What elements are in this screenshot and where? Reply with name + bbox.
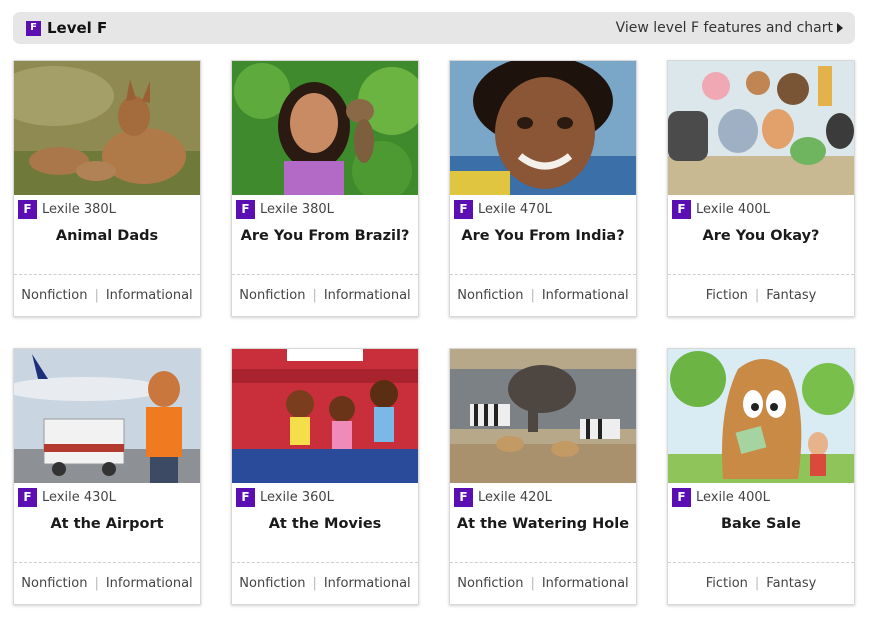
- genre-tag: Nonfiction: [239, 288, 306, 303]
- book-cover-image[interactable]: [232, 349, 418, 483]
- book-meta: F Lexile 430L: [14, 487, 200, 507]
- genre-tag: Nonfiction: [457, 576, 524, 591]
- genre-tag: Nonfiction: [239, 576, 306, 591]
- level-badge: F: [236, 199, 255, 219]
- book-cover-image[interactable]: [14, 61, 200, 195]
- view-level-features-label: View level F features and chart: [615, 20, 833, 36]
- book-title[interactable]: Are You From India?: [450, 228, 636, 250]
- level-header-title-group: F Level F: [26, 19, 107, 37]
- book-title[interactable]: Bake Sale: [668, 516, 854, 538]
- book-card-animal-dads[interactable]: F Lexile 380L Animal Dads Nonfiction | I…: [13, 60, 201, 317]
- lexile-level: Lexile 470L: [478, 201, 552, 217]
- book-meta: F Lexile 380L: [14, 199, 200, 219]
- level-badge: F: [454, 487, 473, 507]
- book-tags: Nonfiction | Informational: [450, 562, 636, 604]
- kids-in-theater-illustration-icon: [232, 349, 418, 483]
- level-badge: F: [18, 199, 37, 219]
- book-title[interactable]: At the Watering Hole: [450, 516, 636, 538]
- book-title[interactable]: At the Airport: [14, 516, 200, 538]
- tag-separator: |: [754, 288, 760, 303]
- genre-tag: Nonfiction: [21, 576, 88, 591]
- genre-tag: Nonfiction: [457, 288, 524, 303]
- book-card-bake-sale[interactable]: F Lexile 400L Bake Sale Fiction | Fantas…: [667, 348, 855, 605]
- book-card-at-the-movies[interactable]: F Lexile 360L At the Movies Nonfiction |…: [231, 348, 419, 605]
- book-tags: Nonfiction | Informational: [450, 274, 636, 316]
- view-level-features-link[interactable]: View level F features and chart: [616, 20, 843, 36]
- book-card-are-you-from-brazil[interactable]: F Lexile 380L Are You From Brazil? Nonfi…: [231, 60, 419, 317]
- type-tag: Informational: [105, 576, 193, 591]
- lexile-level: Lexile 380L: [260, 201, 334, 217]
- book-meta: F Lexile 400L: [668, 487, 854, 507]
- type-tag: Informational: [541, 288, 629, 303]
- book-tags: Nonfiction | Informational: [14, 274, 200, 316]
- book-meta: F Lexile 470L: [450, 199, 636, 219]
- lexile-level: Lexile 360L: [260, 489, 334, 505]
- cartoon-animals-illustration-icon: [668, 61, 854, 195]
- book-tags: Nonfiction | Informational: [232, 562, 418, 604]
- tag-separator: |: [312, 576, 317, 591]
- book-tags: Fiction | Fantasy: [668, 274, 854, 316]
- book-card-are-you-from-india[interactable]: F Lexile 470L Are You From India? Nonfic…: [449, 60, 637, 317]
- level-badge: F: [672, 199, 691, 219]
- book-card-at-the-airport[interactable]: F Lexile 430L At the Airport Nonfiction …: [13, 348, 201, 605]
- tag-separator: |: [754, 576, 760, 591]
- book-meta: F Lexile 400L: [668, 199, 854, 219]
- tag-separator: |: [530, 576, 535, 591]
- book-cover-image[interactable]: [450, 61, 636, 195]
- book-title[interactable]: Animal Dads: [14, 228, 200, 250]
- book-meta: F Lexile 380L: [232, 199, 418, 219]
- book-tags: Fiction | Fantasy: [668, 562, 854, 604]
- book-cover-image[interactable]: [232, 61, 418, 195]
- tag-separator: |: [530, 288, 535, 303]
- level-badge: F: [26, 20, 41, 36]
- child-at-airport-photo-icon: [14, 349, 200, 483]
- level-header-bar: F Level F View level F features and char…: [13, 12, 855, 44]
- book-cover-image[interactable]: [668, 349, 854, 483]
- lexile-level: Lexile 400L: [696, 489, 770, 505]
- book-cover-image[interactable]: [450, 349, 636, 483]
- genre-tag: Fiction: [705, 288, 748, 303]
- type-tag: Informational: [323, 576, 411, 591]
- book-meta: F Lexile 420L: [450, 487, 636, 507]
- tag-separator: |: [94, 576, 99, 591]
- level-title: Level F: [47, 19, 108, 37]
- elephant-zebras-photo-icon: [450, 349, 636, 483]
- jackal-family-photo-icon: [14, 61, 200, 195]
- book-cover-image[interactable]: [14, 349, 200, 483]
- book-title[interactable]: Are You Okay?: [668, 228, 854, 250]
- lexile-level: Lexile 400L: [696, 201, 770, 217]
- smiling-girl-photo-icon: [450, 61, 636, 195]
- book-grid: F Lexile 380L Animal Dads Nonfiction | I…: [13, 60, 855, 605]
- cartoon-tree-illustration-icon: [668, 349, 854, 483]
- lexile-level: Lexile 380L: [42, 201, 116, 217]
- book-tags: Nonfiction | Informational: [14, 562, 200, 604]
- genre-tag: Nonfiction: [21, 288, 88, 303]
- level-badge: F: [454, 199, 473, 219]
- book-card-at-the-watering-hole[interactable]: F Lexile 420L At the Watering Hole Nonfi…: [449, 348, 637, 605]
- level-badge: F: [672, 487, 691, 507]
- type-tag: Informational: [541, 576, 629, 591]
- book-cover-image[interactable]: [668, 61, 854, 195]
- level-badge: F: [18, 487, 37, 507]
- book-title[interactable]: At the Movies: [232, 516, 418, 538]
- book-meta: F Lexile 360L: [232, 487, 418, 507]
- book-card-are-you-okay[interactable]: F Lexile 400L Are You Okay? Fiction | Fa…: [667, 60, 855, 317]
- caret-right-icon: [837, 23, 843, 33]
- genre-tag: Fiction: [705, 576, 748, 591]
- type-tag: Fantasy: [766, 576, 817, 591]
- lexile-level: Lexile 420L: [478, 489, 552, 505]
- girl-with-monkey-photo-icon: [232, 61, 418, 195]
- book-tags: Nonfiction | Informational: [232, 274, 418, 316]
- type-tag: Fantasy: [766, 288, 817, 303]
- type-tag: Informational: [323, 288, 411, 303]
- tag-separator: |: [94, 288, 99, 303]
- book-title[interactable]: Are You From Brazil?: [232, 228, 418, 250]
- type-tag: Informational: [105, 288, 193, 303]
- tag-separator: |: [312, 288, 317, 303]
- level-badge: F: [236, 487, 255, 507]
- lexile-level: Lexile 430L: [42, 489, 116, 505]
